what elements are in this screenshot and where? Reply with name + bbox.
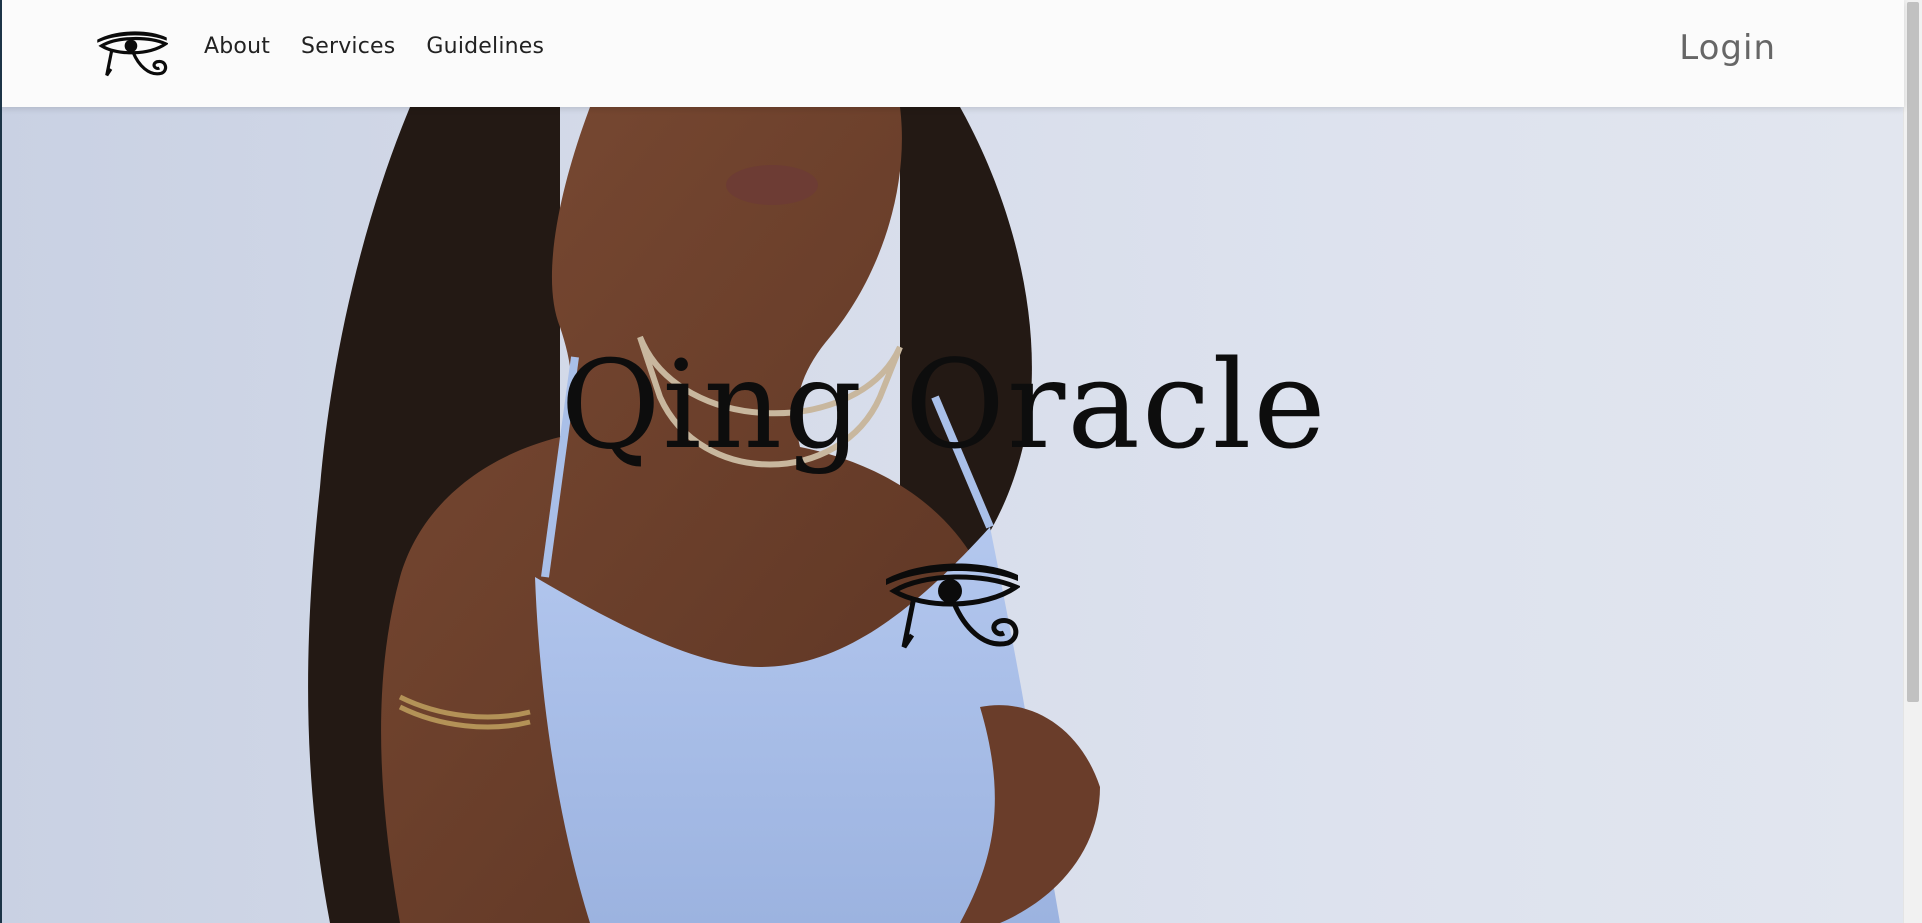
hero-section: Qing Oracle — [0, 107, 1904, 923]
window-edge — [0, 0, 2, 923]
navbar: About Services Guidelines Login — [0, 0, 1904, 107]
eye-of-horus-icon[interactable] — [96, 28, 168, 78]
nav-links: About Services Guidelines — [204, 34, 544, 59]
scrollbar-thumb[interactable] — [1907, 2, 1919, 702]
page: Qing Oracle About Services Guidelines Lo… — [0, 0, 1922, 923]
scrollbar[interactable] — [1903, 0, 1922, 923]
login-link[interactable]: Login — [1679, 28, 1776, 68]
eye-of-horus-icon — [886, 563, 1020, 649]
hero-photo — [308, 107, 1100, 923]
hero-title: Qing Oracle — [560, 334, 1328, 476]
nav-link-services[interactable]: Services — [301, 34, 395, 59]
nav-link-guidelines[interactable]: Guidelines — [426, 34, 544, 59]
nav-link-about[interactable]: About — [204, 34, 270, 59]
